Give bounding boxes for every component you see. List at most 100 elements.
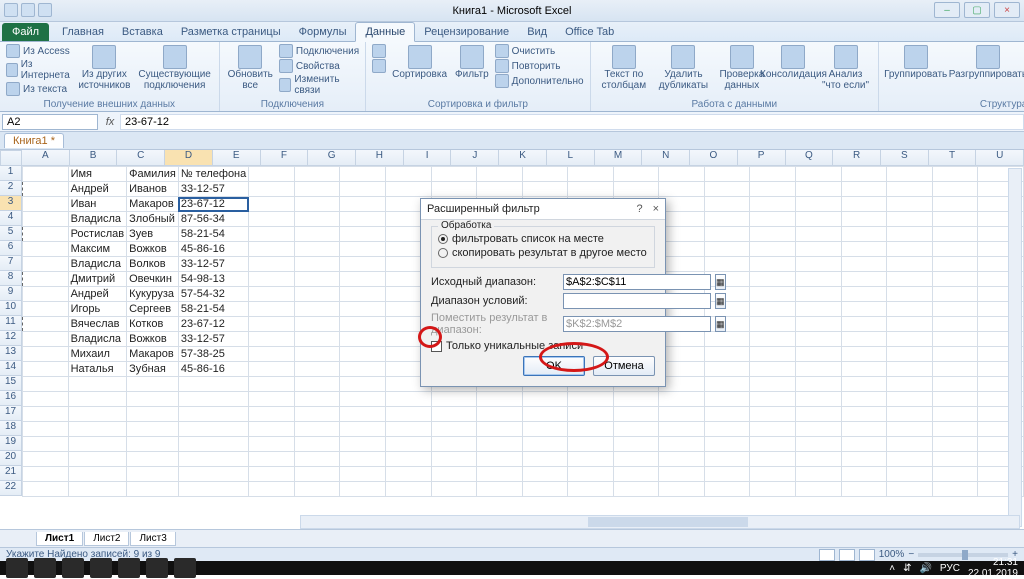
row-header[interactable]: 17 — [0, 406, 22, 421]
cell[interactable]: Котков — [127, 317, 179, 332]
cell[interactable] — [750, 452, 796, 467]
cell[interactable] — [431, 452, 477, 467]
cell[interactable]: Зубная — [127, 362, 179, 377]
criteria-range-input[interactable] — [563, 293, 711, 309]
cell[interactable]: 57-38-25 — [178, 347, 248, 362]
cell[interactable] — [249, 182, 295, 197]
cell[interactable] — [796, 392, 842, 407]
cell[interactable] — [68, 407, 127, 422]
cell[interactable] — [249, 272, 295, 287]
tray-volume-icon[interactable]: 🔊 — [919, 563, 931, 574]
cell[interactable] — [887, 467, 933, 482]
tab-Формулы[interactable]: Формулы — [290, 23, 356, 41]
col-header-L[interactable]: L — [547, 150, 595, 166]
cell[interactable] — [932, 257, 978, 272]
cell[interactable] — [23, 167, 69, 182]
col-header-F[interactable]: F — [261, 150, 309, 166]
row-header[interactable]: 20 — [0, 451, 22, 466]
cell[interactable] — [750, 197, 796, 212]
cell[interactable] — [23, 482, 69, 497]
cell[interactable] — [932, 242, 978, 257]
cell[interactable] — [704, 182, 750, 197]
cell[interactable] — [23, 392, 69, 407]
filter[interactable]: Фильтр — [453, 44, 491, 82]
cell[interactable] — [568, 452, 614, 467]
cell[interactable] — [294, 302, 340, 317]
cell[interactable]: Вожков — [127, 332, 179, 347]
cell[interactable] — [23, 212, 69, 227]
cell[interactable] — [932, 182, 978, 197]
cell[interactable] — [178, 467, 248, 482]
cell[interactable] — [704, 377, 750, 392]
row-header[interactable]: 16 — [0, 391, 22, 406]
fx-icon[interactable]: fx — [100, 116, 120, 128]
row-header[interactable]: 12 — [0, 331, 22, 346]
cell[interactable] — [887, 452, 933, 467]
cell[interactable] — [796, 317, 842, 332]
cell[interactable] — [294, 242, 340, 257]
what-if[interactable]: Анализ "что если" — [819, 44, 872, 92]
tab-Данные[interactable]: Данные — [355, 22, 415, 42]
cell[interactable] — [294, 362, 340, 377]
cell[interactable] — [613, 407, 659, 422]
col-header-R[interactable]: R — [833, 150, 881, 166]
cell[interactable] — [340, 377, 386, 392]
cell[interactable] — [385, 422, 431, 437]
cell[interactable] — [477, 407, 523, 422]
qat-save-icon[interactable] — [4, 3, 18, 17]
qat-redo-icon[interactable] — [38, 3, 52, 17]
cell[interactable] — [887, 197, 933, 212]
from-text[interactable]: Из текста — [6, 82, 72, 96]
cell[interactable] — [23, 422, 69, 437]
cell[interactable] — [750, 302, 796, 317]
cell[interactable] — [659, 452, 705, 467]
cell[interactable] — [750, 467, 796, 482]
tab-Office Tab[interactable]: Office Tab — [556, 23, 623, 41]
row-header[interactable]: 13 — [0, 346, 22, 361]
cell[interactable] — [522, 167, 568, 182]
cell[interactable] — [340, 482, 386, 497]
cell[interactable] — [249, 407, 295, 422]
cell[interactable]: 87-56-34 — [178, 212, 248, 227]
row-header[interactable]: 9 — [0, 286, 22, 301]
cell[interactable] — [887, 272, 933, 287]
tray-network-icon[interactable]: ⇵ — [903, 563, 911, 574]
cell[interactable] — [178, 407, 248, 422]
cell[interactable] — [294, 437, 340, 452]
cell[interactable]: Владисла — [68, 332, 127, 347]
cell[interactable] — [704, 242, 750, 257]
cell[interactable] — [340, 287, 386, 302]
maximize-button[interactable]: ▢ — [964, 2, 990, 18]
cell[interactable] — [887, 482, 933, 497]
cell[interactable] — [249, 257, 295, 272]
cell[interactable] — [568, 482, 614, 497]
edit-links[interactable]: Изменить связи — [279, 74, 359, 96]
cell[interactable] — [841, 182, 887, 197]
cell[interactable] — [887, 182, 933, 197]
cell[interactable] — [127, 482, 179, 497]
tab-Вид[interactable]: Вид — [518, 23, 556, 41]
cell[interactable] — [68, 422, 127, 437]
cell[interactable] — [796, 287, 842, 302]
cell[interactable] — [841, 227, 887, 242]
cell[interactable] — [704, 407, 750, 422]
cell[interactable]: Кукуруза — [127, 287, 179, 302]
cell[interactable] — [796, 302, 842, 317]
col-header-P[interactable]: P — [738, 150, 786, 166]
sort-za[interactable] — [372, 59, 386, 73]
col-header-M[interactable]: M — [595, 150, 643, 166]
cell[interactable]: 33-12-57 — [178, 182, 248, 197]
cell[interactable] — [750, 272, 796, 287]
cell[interactable]: Имя — [68, 167, 127, 182]
cell[interactable] — [932, 392, 978, 407]
view-break-icon[interactable] — [859, 549, 875, 561]
cell[interactable] — [704, 392, 750, 407]
cancel-button[interactable]: Отмена — [593, 356, 655, 376]
cell[interactable] — [294, 392, 340, 407]
cell[interactable] — [704, 257, 750, 272]
cell[interactable] — [887, 392, 933, 407]
cell[interactable] — [841, 407, 887, 422]
cell[interactable] — [431, 482, 477, 497]
cell[interactable]: Фамилия — [127, 167, 179, 182]
tab-Рецензирование[interactable]: Рецензирование — [415, 23, 518, 41]
